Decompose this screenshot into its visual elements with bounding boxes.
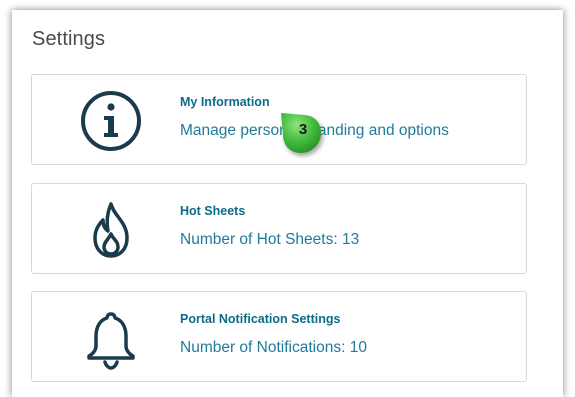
card-title: Portal Notification Settings <box>180 312 341 326</box>
step-badge: 3 <box>281 113 321 153</box>
flame-icon <box>79 198 143 262</box>
card-portal-notification-settings[interactable]: Portal Notification Settings Number of N… <box>31 291 527 382</box>
card-description: Number of Notifications: 10 <box>180 339 367 356</box>
card-title: Hot Sheets <box>180 204 246 218</box>
bell-icon <box>79 306 143 370</box>
page-title: Settings <box>32 28 106 50</box>
info-icon <box>79 89 143 153</box>
card-description: Number of Hot Sheets: 13 <box>180 231 360 248</box>
page: Settings My Information Manage personal … <box>0 0 575 397</box>
card-hot-sheets[interactable]: Hot Sheets Number of Hot Sheets: 13 <box>31 183 527 274</box>
step-number: 3 <box>298 121 308 138</box>
settings-panel: Settings My Information Manage personal … <box>12 10 563 397</box>
card-title: My Information <box>180 95 270 109</box>
card-my-information[interactable]: My Information Manage personal branding … <box>31 74 527 165</box>
